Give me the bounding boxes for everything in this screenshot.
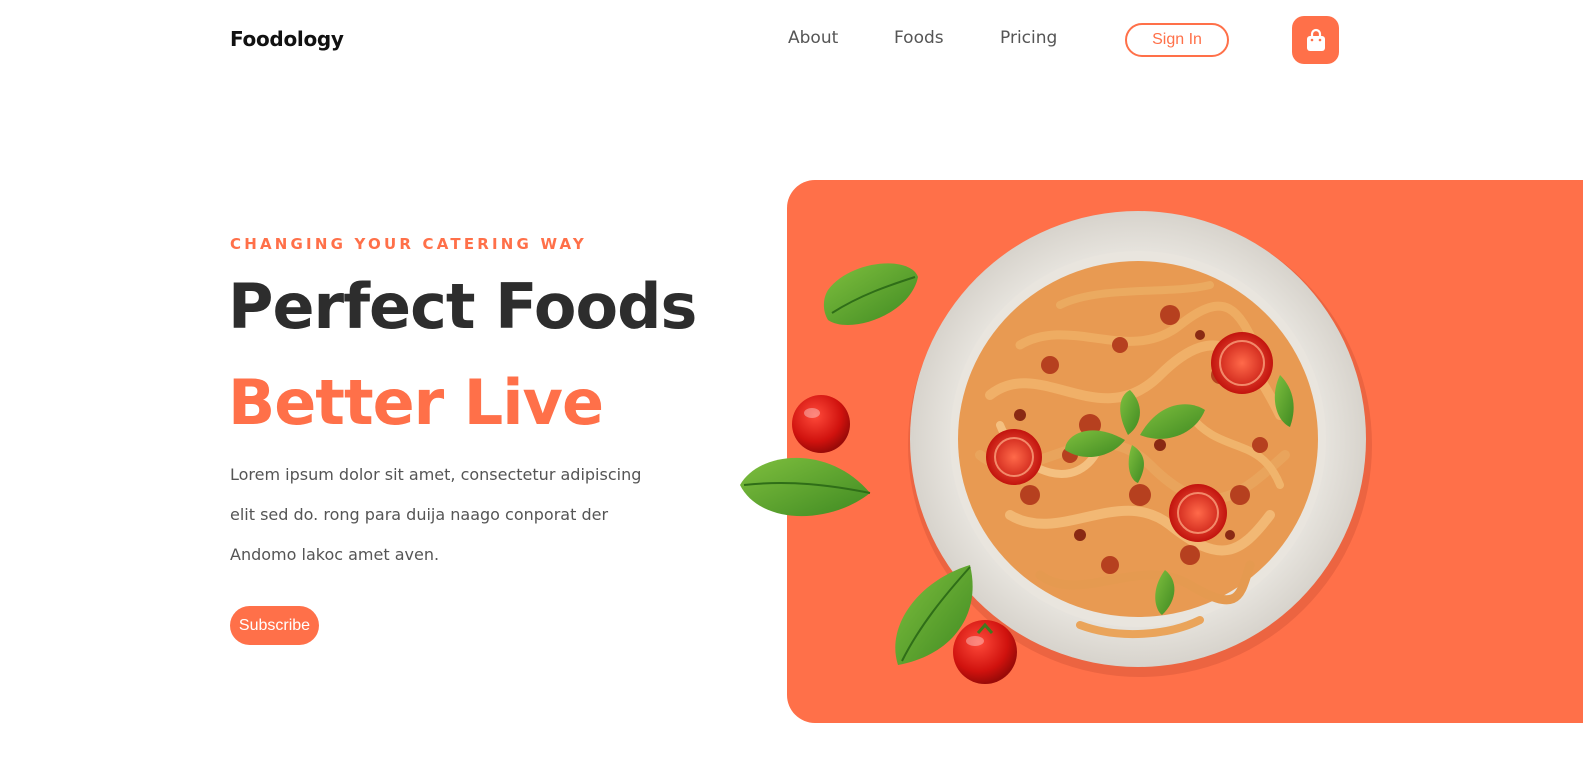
hero-headline-line-1: Perfect Foods (228, 270, 697, 343)
sign-in-button[interactable]: Sign In (1125, 23, 1229, 57)
nav-link-about[interactable]: About (788, 28, 838, 48)
hero-description-line: Andomo lakoc amet aven. (230, 545, 440, 564)
subscribe-label: Subscribe (238, 616, 311, 634)
cart-button[interactable] (1292, 16, 1339, 64)
hero-description-line: Lorem ipsum dolor sit amet, consectetur … (230, 465, 642, 484)
pasta-dish-image (740, 211, 1372, 684)
landing-page: Foodology About Foods Pricing Sign In CH… (0, 0, 1583, 757)
sign-in-label: Sign In (1152, 31, 1202, 48)
hero-description-line: elit sed do. rong para duija naago conpo… (230, 505, 609, 524)
shopping-bag-icon (1306, 28, 1325, 51)
hero-headline-line-2: Better Live (228, 366, 604, 439)
subscribe-button[interactable]: Subscribe (230, 606, 319, 645)
nav-link-foods[interactable]: Foods (894, 28, 944, 48)
hero-eyebrow: CHANGING YOUR CATERING WAY (230, 235, 587, 253)
hero-description: Lorem ipsum dolor sit amet, consectetur … (230, 455, 650, 575)
nav-link-pricing[interactable]: Pricing (1000, 28, 1057, 48)
brand-logo[interactable]: Foodology (230, 27, 344, 51)
